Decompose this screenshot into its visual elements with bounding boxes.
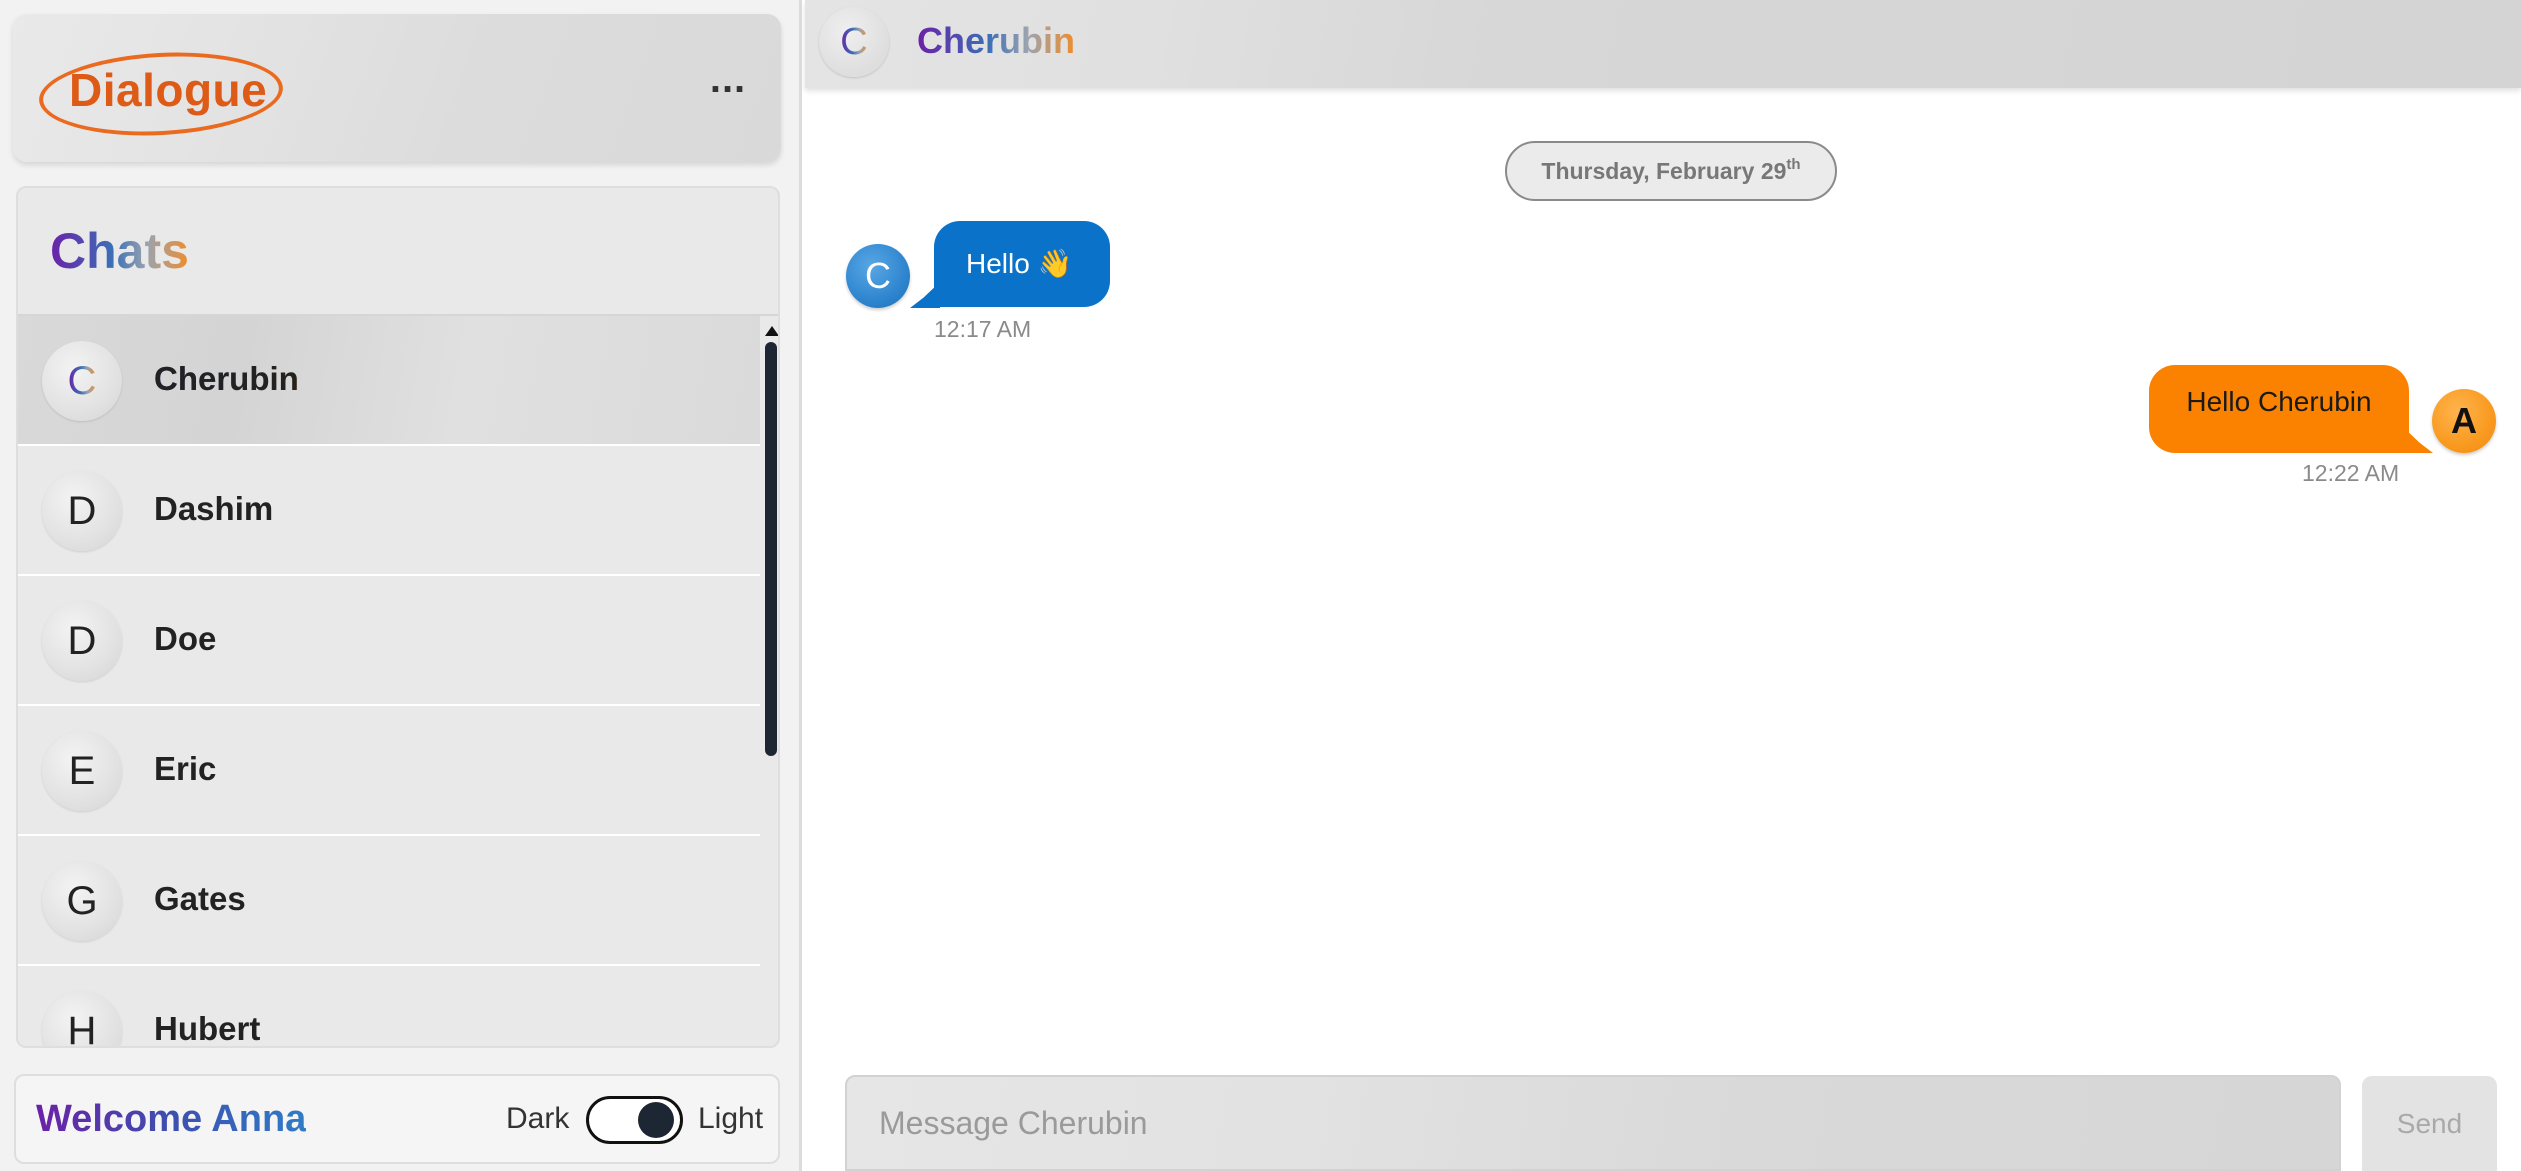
incoming-message-bubble: Hello 👋 [934,221,1110,307]
scroll-thumb[interactable] [765,342,777,756]
avatar[interactable]: C [819,7,889,77]
chat-item-name: Hubert [154,1010,261,1047]
chat-item-cherubin[interactable]: C Cherubin [18,316,760,446]
more-options-icon[interactable]: ... [693,59,763,109]
theme-dark-label: Dark [506,1102,570,1135]
chat-title: Cherubin [917,20,1075,61]
avatar-initial: C [840,21,868,63]
chats-title: Chats [50,223,189,279]
send-button[interactable]: Send [2362,1076,2497,1171]
theme-light-label: Light [698,1102,764,1135]
chat-item-gates[interactable]: G Gates [18,836,760,966]
chat-item-doe[interactable]: D Doe [18,576,760,706]
toggle-knob [638,1102,674,1138]
date-divider: Thursday, February 29th [1505,141,1837,201]
avatar: D [42,601,122,681]
chat-list-scrollbar[interactable] [762,324,778,1044]
chat-header: C Cherubin [805,0,2521,88]
avatar: H [42,991,122,1046]
avatar: E [42,731,122,811]
message-timestamp: 12:17 AM [934,316,1032,342]
app-logo: Dialogue [37,41,294,142]
chat-item-dashim[interactable]: D Dashim [18,446,760,576]
theme-toggle[interactable] [586,1096,683,1144]
message-timestamp: 12:22 AM [2302,460,2400,486]
chat-item-name: Eric [154,750,217,787]
chat-item-name: Doe [154,620,217,657]
welcome-message: Welcome Anna [36,1098,307,1140]
avatar: A [2432,389,2496,453]
chat-item-name: Gates [154,880,246,917]
chats-panel: Chats C Cherubin D Dashim D Doe E Eric G… [16,186,780,1048]
avatar-initial: C [67,359,97,403]
outgoing-message-bubble: Hello Cherubin [2149,365,2409,453]
date-divider-text: Thursday, February 29 [1541,158,1787,184]
date-divider-suffix: th [1786,156,1801,173]
chat-item-eric[interactable]: E Eric [18,706,760,836]
avatar: G [42,861,122,941]
chat-item-name: Dashim [154,490,274,527]
avatar: C [42,341,122,421]
chat-item-hubert[interactable]: H Hubert [18,966,760,1047]
brand-bar: Dialogue ... [13,14,781,162]
avatar: C [846,244,910,308]
sidebar: Dialogue ... Chats C Cherubin D Dashim D… [0,0,802,1171]
avatar: D [42,471,122,551]
chat-list: C Cherubin D Dashim D Doe E Eric G Gates… [18,316,760,1047]
scroll-up-arrow-icon[interactable] [765,326,778,336]
chat-item-name: Cherubin [154,360,299,397]
logo-text: Dialogue [69,64,268,116]
message-input[interactable] [845,1075,2341,1171]
sidebar-footer: Welcome Anna Dark Light [14,1074,780,1164]
